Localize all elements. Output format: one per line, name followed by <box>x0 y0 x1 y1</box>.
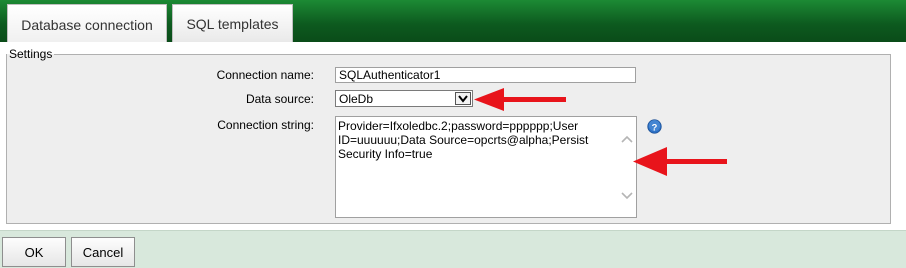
tab-label: SQL templates <box>186 15 279 32</box>
data-source-label: Data source: <box>245 92 314 106</box>
data-source-value: OleDb <box>339 92 374 106</box>
settings-legend: Settings <box>9 47 53 61</box>
connection-string-label: Connection string: <box>217 118 314 132</box>
button-bar: OK Cancel <box>0 230 906 268</box>
annotation-arrow-icon <box>633 147 727 176</box>
connection-name-input[interactable] <box>335 67 636 83</box>
connection-string-line: Provider=Ifxoledbc.2;password=pppppp;Use… <box>338 119 579 133</box>
data-source-select[interactable]: OleDb <box>335 90 473 107</box>
tab-bar: Database connection SQL templates <box>0 0 906 44</box>
connection-string-line: ID=uuuuuu;Data Source=opcrts@alpha;Persi… <box>338 133 589 147</box>
annotation-arrow-icon <box>474 88 566 111</box>
connection-string-line: Security Info=true <box>338 147 433 161</box>
svg-text:?: ? <box>652 122 658 132</box>
tab-label: Database connection <box>21 16 153 33</box>
chevron-down-icon[interactable] <box>455 92 471 105</box>
tab-sql-templates[interactable]: SQL templates <box>172 4 293 42</box>
help-icon[interactable]: ? <box>647 119 662 134</box>
scroll-up-icon[interactable] <box>620 134 634 144</box>
scroll-down-icon[interactable] <box>620 191 634 201</box>
cancel-button[interactable]: Cancel <box>71 237 135 267</box>
tab-database-connection[interactable]: Database connection <box>7 4 167 44</box>
ok-button[interactable]: OK <box>2 237 66 267</box>
connection-name-label: Connection name: <box>216 68 314 82</box>
connection-string-textarea[interactable]: Provider=Ifxoledbc.2;password=pppppp;Use… <box>335 116 637 218</box>
